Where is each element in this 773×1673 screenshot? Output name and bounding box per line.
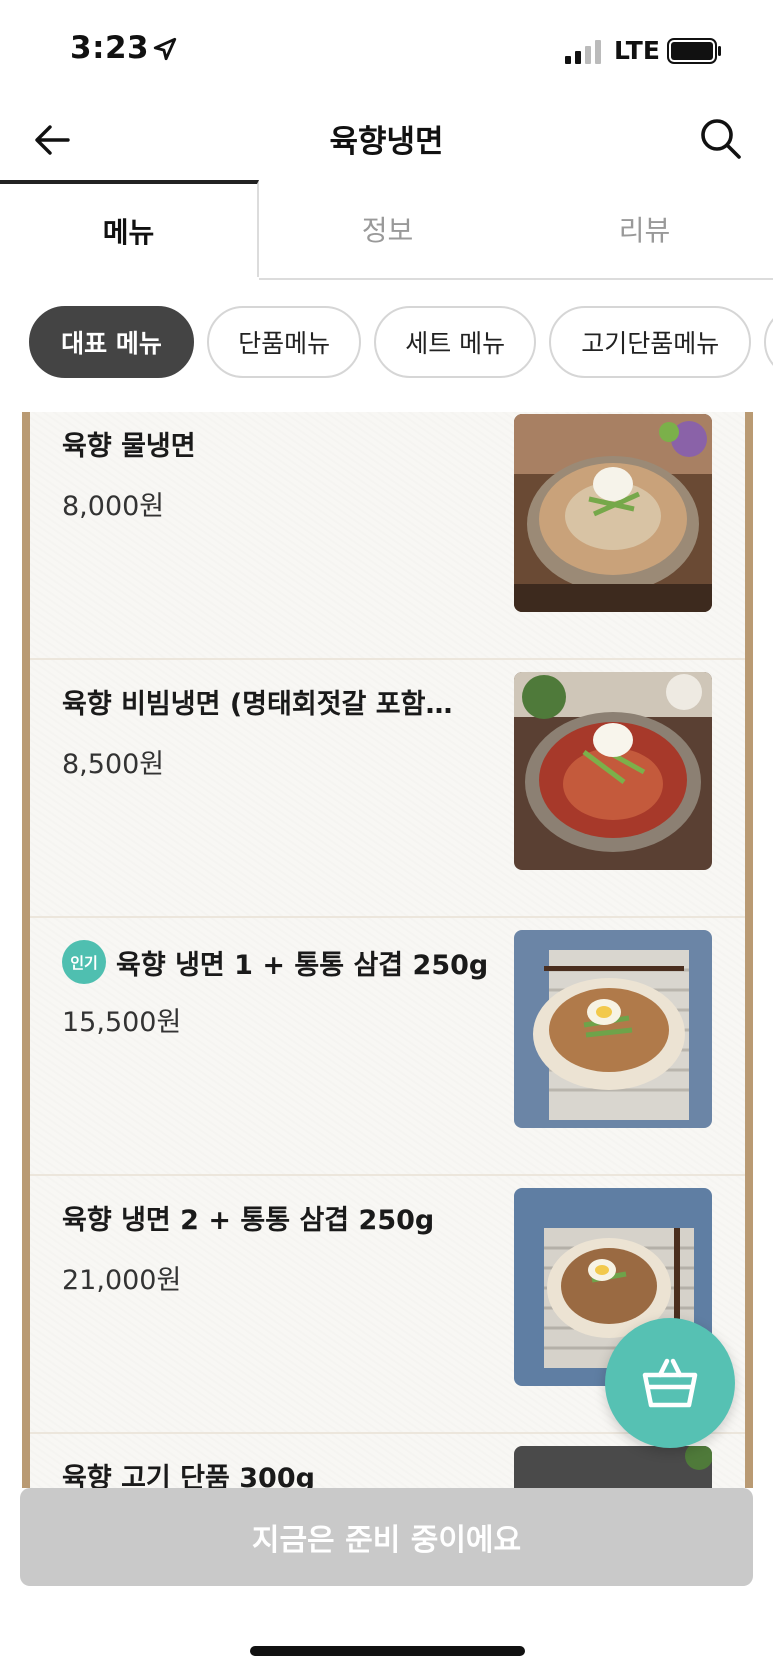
item-name-text: 육향 냉면 2 + 통통 삼겹 250g [62, 1205, 435, 1236]
item-name: 육향 고기 단품 300g [62, 1456, 502, 1488]
item-name: 육향 냉면 2 + 통통 삼겹 250g [62, 1198, 502, 1237]
meat-photo [514, 1446, 712, 1488]
chip-single-menu[interactable]: 단품메뉴 [207, 306, 362, 378]
chip-set-menu[interactable]: 세트 메뉴 [374, 306, 537, 378]
item-price: 21,000원 [62, 1265, 182, 1296]
store-tabs: 메뉴 정보 리뷰 [0, 180, 773, 280]
chip-more[interactable] [764, 306, 773, 378]
menu-item[interactable]: 육향 고기 단품 300g [30, 1434, 745, 1488]
basket-icon [642, 1358, 698, 1408]
item-name-text: 육향 고기 단품 300g [62, 1463, 315, 1488]
menu-item[interactable]: 인기 육향 냉면 1 + 통통 삼겹 250g 15,500원 [30, 918, 745, 1176]
status-bar: 3:23 LTE [0, 0, 773, 100]
item-name: 육향 비빔냉면 (명태회젓갈 포함… [62, 682, 502, 721]
item-price: 15,500원 [62, 1007, 182, 1038]
status-time: 3:23 [70, 30, 150, 66]
popular-badge: 인기 [62, 940, 106, 984]
item-name-text: 육향 물냉면 [62, 431, 196, 462]
noodle-set-photo [514, 930, 712, 1128]
cart-button[interactable] [605, 1318, 735, 1448]
item-name-text: 육향 냉면 1 + 통통 삼겹 250g [116, 949, 489, 981]
item-price: 8,000원 [62, 491, 165, 522]
page-title: 육향냉면 [329, 124, 444, 160]
spicy-noodle-photo [514, 672, 712, 870]
tab-menu[interactable]: 메뉴 [0, 180, 259, 280]
menu-item[interactable]: 육향 비빔냉면 (명태회젓갈 포함… 8,500원 [30, 660, 745, 918]
item-name: 인기 육향 냉면 1 + 통통 삼겹 250g [62, 940, 502, 984]
network-label: LTE [614, 36, 660, 65]
signal-icon [565, 40, 601, 64]
item-price: 8,500원 [62, 749, 165, 780]
chip-meat-single-menu[interactable]: 고기단품메뉴 [549, 306, 752, 378]
search-icon[interactable] [698, 116, 744, 162]
tab-info[interactable]: 정보 [259, 180, 516, 278]
cold-noodle-photo [514, 414, 712, 612]
location-arrow-icon [153, 37, 177, 61]
battery-icon [667, 38, 721, 64]
order-button[interactable]: 지금은 준비 중이에요 [20, 1488, 753, 1586]
app-header: 육향냉면 [0, 100, 773, 180]
chip-featured-menu[interactable]: 대표 메뉴 [29, 306, 194, 378]
home-indicator [250, 1646, 525, 1656]
category-chips: 대표 메뉴 단품메뉴 세트 메뉴 고기단품메뉴 [0, 306, 773, 382]
menu-item[interactable]: 육향 물냉면 8,000원 [30, 412, 745, 660]
tab-review[interactable]: 리뷰 [516, 180, 773, 278]
item-name: 육향 물냉면 [62, 424, 502, 463]
item-name-text: 육향 비빔냉면 (명태회젓갈 포함… [62, 689, 453, 720]
